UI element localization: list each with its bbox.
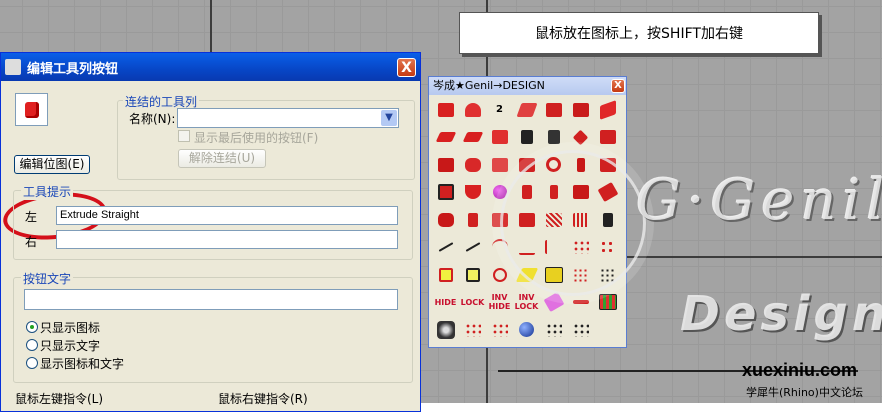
lock-icon[interactable]: LOCK [460, 290, 485, 315]
site-watermark: xuexiniu.com [742, 360, 858, 380]
corner-icon[interactable] [595, 125, 620, 150]
palette-titlebar[interactable]: 岑成★Genil→DESIGN [429, 77, 626, 95]
tooltip-group-title: 工具提示 [21, 183, 74, 200]
linked-toolbar-name-select[interactable]: ▼ [177, 108, 399, 128]
extrude-icon [24, 101, 39, 118]
radio-icon-only[interactable] [26, 321, 38, 333]
solid-box-icon[interactable] [433, 97, 458, 122]
cube-icon[interactable] [433, 152, 458, 177]
button-text-input[interactable] [24, 289, 398, 310]
palette-title: 岑成★Genil→DESIGN [433, 79, 545, 92]
select-box-icon[interactable] [460, 262, 485, 287]
tooltip-left-input[interactable]: Extrude Straight [56, 206, 398, 225]
close-icon[interactable]: X [397, 58, 416, 77]
tooltip-left-label: 左 [25, 210, 38, 224]
box-outline-icon[interactable] [433, 262, 458, 287]
edit-toolbar-button-dialog: 编辑工具列按钮 X 连结的工具列 名称(N): ▼ 显示最后使用的按钮(F) 解… [0, 52, 421, 412]
radio-icon-only-label: 只显示图标 [40, 321, 101, 335]
fold-surface-icon[interactable] [487, 125, 512, 150]
dialog-titlebar[interactable]: 编辑工具列按钮 [1, 53, 420, 81]
array-icon[interactable] [460, 317, 485, 342]
solid-cylinder-icon[interactable] [460, 97, 485, 122]
blob-icon[interactable] [433, 207, 458, 232]
spiral-icon[interactable] [487, 262, 512, 287]
line-icon[interactable] [460, 235, 485, 260]
diamond-icon[interactable] [568, 125, 593, 150]
flat-surface-icon[interactable] [433, 125, 458, 150]
invert-lock-icon[interactable]: INV LOCK [514, 290, 539, 315]
surface-icon[interactable] [514, 97, 539, 122]
right-command-label: 鼠标右键指令(R) [218, 392, 308, 406]
tooltip-right-label: 右 [25, 235, 38, 249]
radio-icon-and-text[interactable] [26, 357, 38, 369]
name-label: 名称(N): [129, 112, 176, 126]
line-point-icon[interactable] [433, 235, 458, 260]
chevron-down-icon[interactable]: ▼ [381, 110, 397, 126]
solid-shape-2-icon[interactable]: 2 [487, 97, 512, 122]
edit-bitmap-button[interactable]: 编辑位图(E) [14, 155, 90, 174]
radio-text-only[interactable] [26, 339, 38, 351]
l-shape-icon[interactable] [460, 207, 485, 232]
unlink-button[interactable]: 解除连结(U) [178, 149, 266, 168]
plane-icon[interactable] [595, 97, 620, 122]
flat-surface-2-icon[interactable] [460, 125, 485, 150]
tooltip-group [13, 190, 413, 260]
array-3-icon[interactable] [541, 317, 566, 342]
extrude-icon[interactable] [541, 97, 566, 122]
instruction-note: 鼠标放在图标上，按SHIFT加右键 [459, 12, 819, 54]
array-2-icon[interactable] [487, 317, 512, 342]
viewport-axis-line [210, 0, 212, 52]
color-grid-icon[interactable] [595, 290, 620, 315]
twist-icon[interactable] [487, 152, 512, 177]
render-icon[interactable] [433, 317, 458, 342]
radio-icon-and-text-label: 显示图标和文字 [40, 357, 125, 371]
empty-cell [595, 317, 620, 342]
button-text-group-title: 按钮文字 [21, 270, 74, 287]
tooltip-right-input[interactable] [56, 230, 398, 249]
cylinder-icon[interactable] [460, 152, 485, 177]
array-4-icon[interactable] [568, 317, 593, 342]
rhino-app-icon [5, 59, 21, 75]
site-watermark-sub: 学犀牛(Rhino)中文论坛 [746, 386, 863, 399]
close-icon[interactable]: X [611, 79, 625, 93]
viewport-axis-line [627, 256, 882, 258]
funnel-icon[interactable] [460, 180, 485, 205]
split-icon[interactable] [568, 97, 593, 122]
box-frame-icon[interactable] [433, 180, 458, 205]
person-icon[interactable] [514, 125, 539, 150]
hide-icon[interactable]: HIDE [433, 290, 458, 315]
watermark-genil: G·Genil [636, 168, 882, 233]
show-last-used-label: 显示最后使用的按钮(F) [194, 131, 319, 145]
dialog-title: 编辑工具列按钮 [27, 61, 119, 77]
person-block-icon[interactable] [541, 125, 566, 150]
button-icon-preview[interactable] [15, 93, 48, 126]
show-last-used-checkbox[interactable] [178, 130, 190, 142]
viewport-axis-line [486, 348, 488, 403]
invert-hide-icon[interactable]: INV HIDE [487, 290, 512, 315]
left-command-label: 鼠标左键指令(L) [15, 392, 104, 406]
instruction-text: 鼠标放在图标上，按SHIFT加右键 [535, 26, 743, 42]
watermark-circle [500, 150, 646, 296]
blue-sphere-icon[interactable] [514, 317, 539, 342]
radio-text-only-label: 只显示文字 [40, 339, 101, 353]
watermark-design: Design [680, 286, 882, 342]
